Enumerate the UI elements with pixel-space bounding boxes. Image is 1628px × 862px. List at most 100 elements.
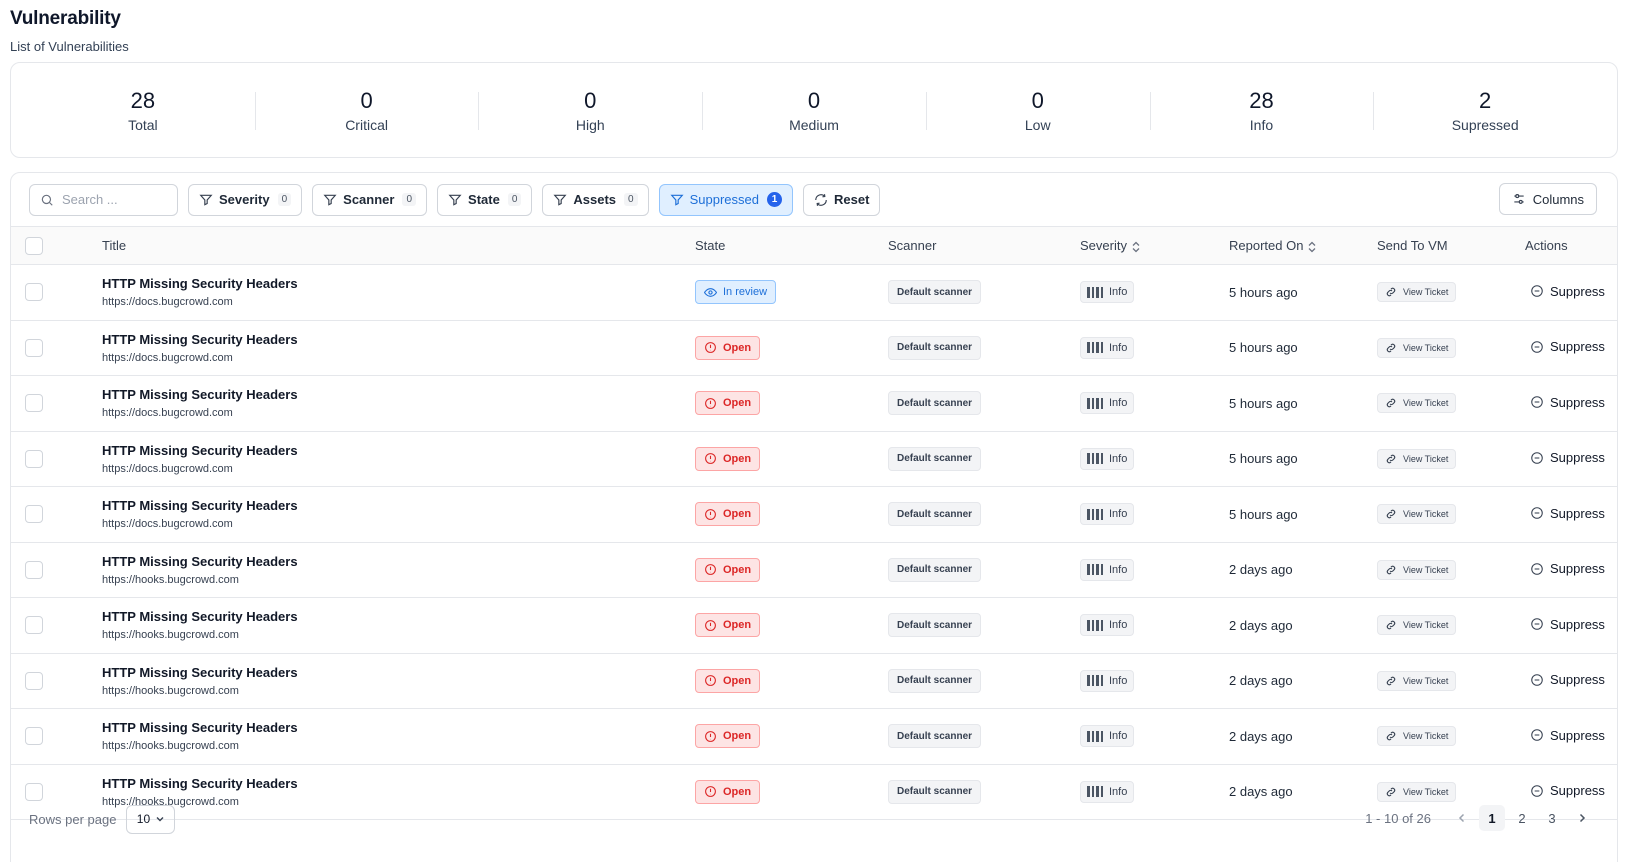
vulnerability-title[interactable]: HTTP Missing Security Headers — [102, 776, 695, 791]
column-header-reported-on[interactable]: Reported On — [1229, 227, 1377, 265]
state-badge[interactable]: Open — [695, 668, 761, 693]
table-row[interactable]: HTTP Missing Security Headers https://hoo… — [11, 709, 1617, 765]
actions-cell: Suppress — [1525, 487, 1617, 543]
rows-per-page-label: Rows per page — [29, 811, 117, 827]
stat-label: Total — [128, 116, 158, 133]
search-box[interactable] — [29, 183, 178, 216]
row-checkbox[interactable] — [25, 671, 43, 690]
suppress-button[interactable]: Suppress — [1530, 339, 1605, 354]
suppress-button[interactable]: Suppress — [1530, 617, 1605, 632]
severity-badge: Info — [1080, 447, 1135, 470]
vulnerability-title[interactable]: HTTP Missing Security Headers — [102, 332, 695, 347]
state-badge[interactable]: In review — [695, 280, 777, 305]
filter-state-button[interactable]: State 0 — [437, 183, 533, 216]
actions-cell: Suppress — [1525, 265, 1617, 321]
row-checkbox[interactable] — [25, 449, 43, 468]
suppress-button[interactable]: Suppress — [1530, 783, 1605, 798]
view-ticket-button[interactable]: View Ticket — [1377, 337, 1457, 358]
suppress-button[interactable]: Suppress — [1530, 506, 1605, 521]
scanner-badge: Default scanner — [888, 668, 982, 693]
prev-page-button[interactable] — [1449, 805, 1475, 831]
vulnerability-title[interactable]: HTTP Missing Security Headers — [102, 665, 695, 680]
view-ticket-label: View Ticket — [1403, 453, 1449, 464]
row-checkbox[interactable] — [25, 283, 43, 302]
suppress-button[interactable]: Suppress — [1530, 284, 1605, 299]
table-row[interactable]: HTTP Missing Security Headers https://hoo… — [11, 542, 1617, 598]
table-row[interactable]: HTTP Missing Security Headers https://hoo… — [11, 598, 1617, 653]
view-ticket-button[interactable]: View Ticket — [1377, 559, 1457, 580]
rows-per-page-select[interactable]: 10 — [126, 804, 176, 834]
row-checkbox[interactable] — [25, 616, 43, 635]
minus-circle-icon — [1531, 396, 1543, 408]
vulnerability-title[interactable]: HTTP Missing Security Headers — [102, 720, 695, 735]
filter-label: Severity — [219, 192, 270, 207]
filter-suppressed-button[interactable]: Suppressed 1 — [658, 183, 793, 216]
vulnerability-title[interactable]: HTTP Missing Security Headers — [102, 443, 695, 458]
severity-label: Info — [1109, 397, 1128, 410]
table-row[interactable]: HTTP Missing Security Headers https://doc… — [11, 487, 1617, 543]
search-input[interactable] — [62, 192, 162, 207]
vulnerability-title[interactable]: HTTP Missing Security Headers — [102, 554, 695, 569]
filter-severity-button[interactable]: Severity 0 — [188, 183, 303, 216]
link-icon — [1386, 621, 1396, 630]
state-badge[interactable]: Open — [695, 446, 761, 471]
state-badge[interactable]: Open — [695, 391, 761, 416]
table-row[interactable]: HTTP Missing Security Headers https://doc… — [11, 265, 1617, 321]
reset-button[interactable]: Reset — [802, 183, 881, 216]
vulnerability-title[interactable]: HTTP Missing Security Headers — [102, 609, 695, 624]
filter-scanner-button[interactable]: Scanner 0 — [312, 183, 428, 216]
view-ticket-button[interactable]: View Ticket — [1377, 504, 1457, 525]
state-cell: Open — [695, 709, 888, 765]
suppress-button[interactable]: Suppress — [1530, 450, 1605, 465]
scanner-badge: Default scanner — [888, 724, 982, 749]
filter-assets-button[interactable]: Assets 0 — [542, 183, 649, 216]
page-button-1[interactable]: 1 — [1479, 805, 1505, 831]
vulnerability-title[interactable]: HTTP Missing Security Headers — [102, 276, 695, 291]
row-checkbox[interactable] — [25, 338, 43, 357]
suppress-button[interactable]: Suppress — [1530, 395, 1605, 410]
suppress-button[interactable]: Suppress — [1530, 672, 1605, 687]
vulnerability-title[interactable]: HTTP Missing Security Headers — [102, 387, 695, 402]
asset-url: https://docs.bugcrowd.com — [102, 296, 233, 309]
view-ticket-button[interactable]: View Ticket — [1377, 448, 1457, 469]
row-checkbox[interactable] — [25, 394, 43, 413]
page-button-2[interactable]: 2 — [1509, 805, 1535, 831]
reported-on: 2 days ago — [1229, 617, 1293, 633]
state-badge[interactable]: Open — [695, 724, 761, 749]
row-checkbox[interactable] — [25, 560, 43, 579]
column-header-title: Title — [102, 238, 127, 253]
state-badge[interactable]: Open — [695, 335, 761, 360]
page-button-3[interactable]: 3 — [1539, 805, 1565, 831]
view-ticket-button[interactable]: View Ticket — [1377, 726, 1457, 747]
column-header-severity[interactable]: Severity — [1080, 227, 1229, 265]
table-row[interactable]: HTTP Missing Security Headers https://doc… — [11, 320, 1617, 376]
suppress-button[interactable]: Suppress — [1530, 561, 1605, 576]
view-ticket-button[interactable]: View Ticket — [1377, 615, 1457, 636]
table-row[interactable]: HTTP Missing Security Headers https://doc… — [11, 431, 1617, 487]
state-badge[interactable]: Open — [695, 613, 761, 638]
view-ticket-button[interactable]: View Ticket — [1377, 670, 1457, 691]
reported-on: 5 hours ago — [1229, 506, 1298, 522]
view-ticket-button[interactable]: View Ticket — [1377, 282, 1457, 303]
view-ticket-button[interactable]: View Ticket — [1377, 393, 1457, 414]
next-page-button[interactable] — [1569, 805, 1595, 831]
state-label: Open — [723, 619, 752, 632]
severity-label: Info — [1109, 785, 1128, 798]
row-checkbox[interactable] — [25, 727, 43, 746]
table-row[interactable]: HTTP Missing Security Headers https://doc… — [11, 376, 1617, 431]
stat-label: High — [575, 116, 605, 133]
row-checkbox[interactable] — [25, 505, 43, 524]
send-to-vm-cell: View Ticket — [1377, 709, 1525, 765]
state-badge[interactable]: Open — [695, 502, 761, 527]
vulnerability-title[interactable]: HTTP Missing Security Headers — [102, 498, 695, 513]
stat-value: 28 — [1249, 87, 1274, 113]
select-all-checkbox[interactable] — [25, 236, 43, 255]
suppress-button[interactable]: Suppress — [1530, 728, 1605, 743]
reported-on: 5 hours ago — [1229, 284, 1298, 300]
reported-on: 5 hours ago — [1229, 395, 1298, 411]
table-row[interactable]: HTTP Missing Security Headers https://hoo… — [11, 653, 1617, 709]
view-ticket-label: View Ticket — [1403, 675, 1449, 686]
columns-button[interactable]: Columns — [1498, 183, 1597, 215]
state-badge[interactable]: Open — [695, 557, 761, 582]
stat-low: 0 Low — [925, 88, 1150, 133]
